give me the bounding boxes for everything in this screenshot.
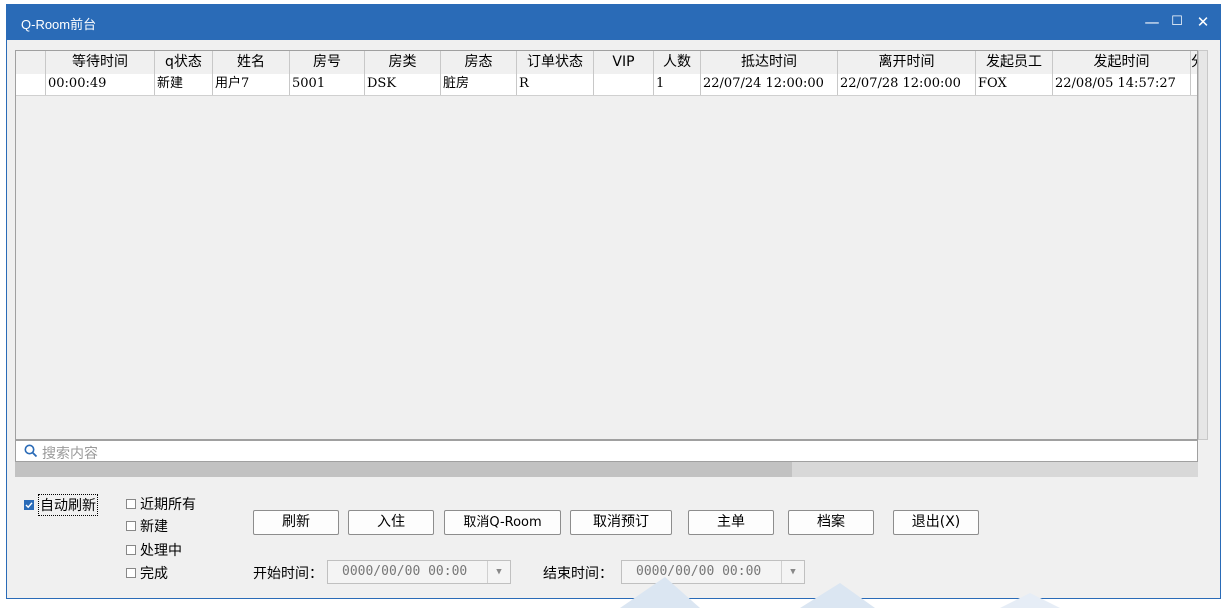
refresh-button[interactable]: 刷新	[253, 510, 339, 535]
column-header[interactable]: 房类	[365, 51, 441, 74]
table-cell	[1191, 74, 1197, 95]
new-label: 新建	[140, 519, 168, 535]
horizontal-scrollbar-thumb[interactable]	[15, 462, 792, 477]
column-header[interactable]: 发起员工	[976, 51, 1053, 74]
main-window: Q-Room前台 — ☐ ✕ 等待时间 q状态 姓名 房号 房类 房态 订单状态 VIP 人数抵…	[6, 4, 1221, 599]
table-cell: 新建	[155, 74, 213, 95]
table-cell: 5001	[290, 74, 365, 95]
column-header[interactable]: 订单状态	[517, 51, 594, 74]
table-cell: DSK	[365, 74, 441, 95]
chevron-down-icon[interactable]: ▼	[487, 561, 510, 583]
table-cell: 1	[654, 74, 701, 95]
table-cell: 脏房	[441, 74, 517, 95]
profile-button[interactable]: 档案	[788, 510, 874, 535]
auto-refresh-label: 自动刷新	[38, 494, 98, 516]
recent-all-label: 近期所有	[140, 497, 196, 513]
table-cell: 22/07/28 12:00:00	[838, 74, 976, 95]
done-label: 完成	[140, 566, 168, 582]
start-time-label: 开始时间：	[253, 566, 323, 582]
table-cell: R	[517, 74, 594, 95]
table-cell: 22/07/24 12:00:00	[701, 74, 838, 95]
minimize-button[interactable]: —	[1141, 11, 1163, 33]
recent-all-check-box[interactable]	[126, 499, 136, 509]
column-header[interactable]: 房号	[290, 51, 365, 74]
start-time-value: 0000/00/00 00:00	[342, 564, 468, 579]
search-input[interactable]: 搜索内容	[15, 440, 1198, 462]
done-checkbox[interactable]: 完成	[126, 563, 168, 583]
check-icon	[25, 502, 33, 509]
grid-header: 等待时间 q状态 姓名 房号 房类 房态 订单状态 VIP 人数 抵达时间 离开时间 发起员工 发起时间…	[16, 51, 1197, 75]
new-check-box[interactable]	[126, 521, 136, 531]
master-button[interactable]: 主单	[688, 510, 774, 535]
column-header[interactable]: 人数	[654, 51, 701, 74]
column-header[interactable]: 离开时间	[838, 51, 976, 74]
table-cell: 用户7	[213, 74, 290, 95]
search-icon	[24, 444, 38, 458]
processing-check-box[interactable]	[126, 545, 136, 555]
close-button[interactable]: ✕	[1192, 11, 1214, 33]
start-time-dropdown[interactable]: 0000/00/00 00:00 ▼	[327, 560, 511, 584]
new-checkbox[interactable]: 新建	[126, 516, 168, 536]
cancel-booking-button[interactable]: 取消预订	[570, 510, 672, 535]
table-cell	[16, 74, 46, 95]
column-header[interactable]: 发起时间	[1053, 51, 1191, 74]
cancel-qroom-button[interactable]: 取消Q-Room	[444, 510, 561, 535]
title-bar: Q-Room前台 — ☐ ✕	[7, 5, 1220, 40]
search-placeholder: 搜索内容	[42, 446, 98, 462]
column-header[interactable]	[16, 51, 46, 74]
column-header[interactable]: 姓名	[213, 51, 290, 74]
horizontal-scrollbar[interactable]	[15, 462, 1198, 477]
column-header[interactable]: 分	[1191, 51, 1197, 74]
recent-all-checkbox[interactable]: 近期所有	[126, 494, 196, 514]
table-cell: 22/08/05 14:57:27	[1053, 74, 1191, 95]
column-header[interactable]: 抵达时间	[701, 51, 838, 74]
maximize-button[interactable]: ☐	[1166, 11, 1188, 33]
order-grid[interactable]: 等待时间 q状态 姓名 房号 房类 房态 订单状态 VIP 人数 抵达时间 离开时间 发起员工 发起时间…	[15, 50, 1198, 440]
column-header[interactable]: VIP	[594, 51, 654, 74]
auto-refresh-check-box[interactable]	[24, 500, 34, 510]
table-cell	[594, 74, 654, 95]
exit-button[interactable]: 退出(X)	[893, 510, 979, 535]
column-header[interactable]: q状态	[155, 51, 213, 74]
checkin-button[interactable]: 入住	[348, 510, 434, 535]
column-header[interactable]: 等待时间	[46, 51, 155, 74]
auto-refresh-checkbox[interactable]: 自动刷新	[24, 494, 98, 516]
table-cell: FOX	[976, 74, 1053, 95]
column-header[interactable]: 房态	[441, 51, 517, 74]
table-cell: 00:00:49	[46, 74, 155, 95]
table-row[interactable]: 00:00:49 新建 用户7 5001 DSK 脏房 R 1 22/07/24 12:00:0…	[16, 74, 1197, 96]
window-title: Q-Room前台	[21, 17, 97, 32]
watermark-shape	[620, 577, 1060, 608]
processing-label: 处理中	[140, 543, 182, 559]
processing-checkbox[interactable]: 处理中	[126, 540, 182, 560]
vertical-scrollbar[interactable]	[1198, 50, 1208, 440]
done-check-box[interactable]	[126, 568, 136, 578]
